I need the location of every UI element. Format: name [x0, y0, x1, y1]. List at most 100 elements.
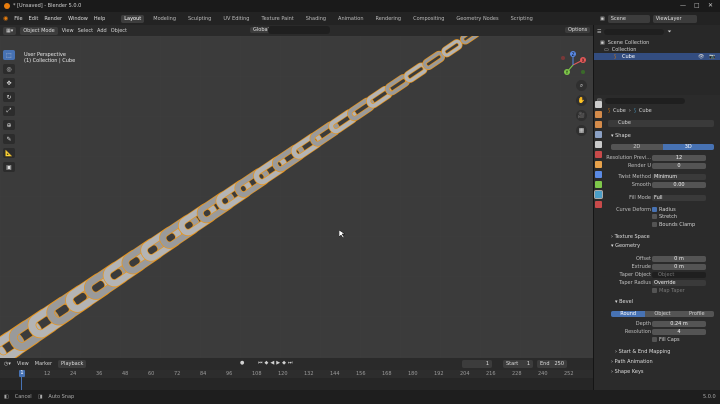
twist-method-dropdown[interactable]: Minimum	[652, 173, 706, 180]
outliner-row[interactable]: ▣ Scene Collection	[600, 40, 649, 46]
play-icon[interactable]: ▶	[276, 360, 280, 366]
datablock-selector[interactable]: Cube	[608, 120, 714, 127]
section-path-animation[interactable]: Path Animation	[615, 359, 653, 365]
output-tab-icon[interactable]	[595, 121, 602, 128]
jump-start-icon[interactable]: ⏮	[258, 360, 263, 366]
rotate-tool-icon[interactable]: ↻	[3, 92, 15, 102]
tab-texture-paint[interactable]: Texture Paint	[258, 15, 296, 23]
tab-compositing[interactable]: Compositing	[410, 15, 447, 23]
scene-tab-icon[interactable]	[595, 141, 602, 148]
visibility-eye-icon[interactable]: 👁	[698, 54, 704, 60]
annotate-tool-icon[interactable]: ✎	[3, 134, 15, 144]
close-icon[interactable]: ✕	[708, 2, 713, 9]
menu-timeline-view[interactable]: View	[17, 361, 29, 367]
bevel-round-button[interactable]: Round	[611, 311, 646, 317]
move-tool-icon[interactable]: ✥	[3, 78, 15, 88]
start-frame-field[interactable]: Start 1	[503, 360, 533, 368]
current-frame-field[interactable]: 1	[462, 360, 492, 368]
next-key-icon[interactable]: ◆	[282, 360, 286, 366]
render-u-field[interactable]: 0	[652, 162, 706, 169]
menu-marker[interactable]: Marker	[35, 361, 52, 367]
playback-menu[interactable]: Playback	[58, 360, 87, 368]
prev-key-icon[interactable]: ◆	[265, 360, 269, 366]
fill-caps-checkbox[interactable]: Fill Caps	[652, 336, 680, 343]
menu-add[interactable]: Add	[97, 28, 107, 34]
section-shape-keys[interactable]: Shape Keys	[615, 369, 644, 375]
tab-geometry-nodes[interactable]: Geometry Nodes	[453, 15, 501, 23]
timeline-area[interactable]: 12 24 36 48 60 72 84 96 108 120 132 144 156 168 180 192…	[0, 370, 593, 390]
outliner-row-selected[interactable]: ⟆ Cube 👁 📷	[594, 53, 720, 60]
menu-help[interactable]: Help	[94, 16, 105, 22]
outliner-search[interactable]	[604, 28, 665, 35]
resolution-field[interactable]: 4	[652, 328, 706, 335]
stretch-checkbox[interactable]: Stretch	[652, 213, 677, 220]
menu-view[interactable]: View	[62, 28, 74, 34]
filter-icon[interactable]: ⏷	[667, 29, 671, 35]
scene-selector[interactable]: Scene	[607, 15, 650, 23]
menu-edit[interactable]: Edit	[29, 16, 39, 22]
properties-search[interactable]	[604, 98, 685, 104]
tab-modeling[interactable]: Modeling	[150, 15, 179, 23]
menu-window[interactable]: Window	[68, 16, 88, 22]
smooth-field[interactable]: 0.00	[652, 181, 706, 188]
mode-selector[interactable]: Object Mode	[20, 26, 58, 35]
options-button[interactable]: Options	[565, 27, 591, 33]
tool-tab-icon[interactable]	[595, 101, 602, 108]
select-box-tool-icon[interactable]: ⬚	[3, 50, 15, 60]
extrude-field[interactable]: 0 m	[652, 263, 706, 270]
editor-type-button[interactable]: ▦▾	[3, 26, 17, 35]
scale-tool-icon[interactable]: ⤢	[3, 106, 15, 116]
viewlayer-selector[interactable]: ViewLayer	[652, 15, 697, 23]
tab-sculpting[interactable]: Sculpting	[185, 15, 214, 23]
end-frame-field[interactable]: End 250	[537, 360, 567, 368]
record-icon[interactable]: ●	[240, 360, 244, 366]
pan-hand-icon[interactable]: ✋	[576, 95, 587, 106]
perspective-toggle-icon[interactable]: ▦	[576, 125, 587, 136]
menu-render[interactable]: Render	[44, 16, 62, 22]
maximize-icon[interactable]: □	[694, 2, 700, 9]
bounds-clamp-checkbox[interactable]: Bounds Clamp	[652, 221, 695, 228]
offset-field[interactable]: 0 m	[652, 255, 706, 262]
section-shape[interactable]: Shape	[615, 133, 631, 139]
render-camera-icon[interactable]: 📷	[709, 54, 715, 60]
transform-tool-icon[interactable]: ⊕	[3, 120, 15, 130]
add-cube-tool-icon[interactable]: ▣	[3, 162, 15, 172]
tab-layout[interactable]: Layout	[121, 14, 145, 23]
playhead[interactable]: 1	[19, 370, 25, 377]
fill-mode-dropdown[interactable]: Full	[652, 194, 706, 201]
tab-scripting[interactable]: Scripting	[508, 15, 536, 23]
tab-animation[interactable]: Animation	[335, 15, 367, 23]
menu-file[interactable]: File	[14, 16, 22, 22]
camera-view-icon[interactable]: 🎥	[576, 110, 587, 121]
section-start-end-mapping[interactable]: Start & End Mapping	[619, 349, 671, 355]
jump-end-icon[interactable]: ⏭	[288, 360, 293, 366]
toggle-2d-button[interactable]: 2D	[611, 144, 663, 150]
3d-viewport[interactable]	[0, 36, 593, 358]
measure-tool-icon[interactable]: 📐	[3, 148, 15, 158]
menu-select[interactable]: Select	[78, 28, 93, 34]
frame-ruler[interactable]: 12 24 36 48 60 72 84 96 108 120 132 144 156 168 180 192…	[0, 370, 593, 378]
depth-field[interactable]: 0.24 m	[652, 320, 706, 327]
bevel-object-button[interactable]: Object	[645, 311, 680, 317]
outliner-editor-icon[interactable]: ☰	[597, 29, 601, 35]
minimize-icon[interactable]: —	[680, 2, 686, 9]
section-bevel[interactable]: Bevel	[619, 299, 633, 305]
viewport-search[interactable]	[268, 26, 330, 34]
blender-menu-icon[interactable]: ◉	[3, 15, 8, 22]
navigation-gizmo[interactable]: X Y Z	[556, 50, 590, 80]
menu-object[interactable]: Object	[111, 28, 127, 34]
toggle-3d-button[interactable]: 3D	[662, 144, 714, 150]
zoom-icon[interactable]: ⌕	[576, 80, 587, 91]
tab-rendering[interactable]: Rendering	[373, 15, 405, 23]
map-taper-checkbox[interactable]: Map Taper	[652, 287, 685, 294]
resolution-preview-field[interactable]: 12	[652, 154, 706, 161]
timeline-editor-icon[interactable]: ◷▾	[4, 361, 11, 367]
taper-object-field[interactable]: Object	[652, 271, 706, 278]
view-layer-tab-icon[interactable]	[595, 131, 602, 138]
play-reverse-icon[interactable]: ◀	[270, 360, 274, 366]
render-tab-icon[interactable]	[595, 111, 602, 118]
cursor-tool-icon[interactable]: ◎	[3, 64, 15, 74]
section-geometry[interactable]: Geometry	[615, 243, 640, 249]
bevel-profile-button[interactable]: Profile	[679, 311, 714, 317]
taper-radius-dropdown[interactable]: Override	[652, 279, 706, 286]
